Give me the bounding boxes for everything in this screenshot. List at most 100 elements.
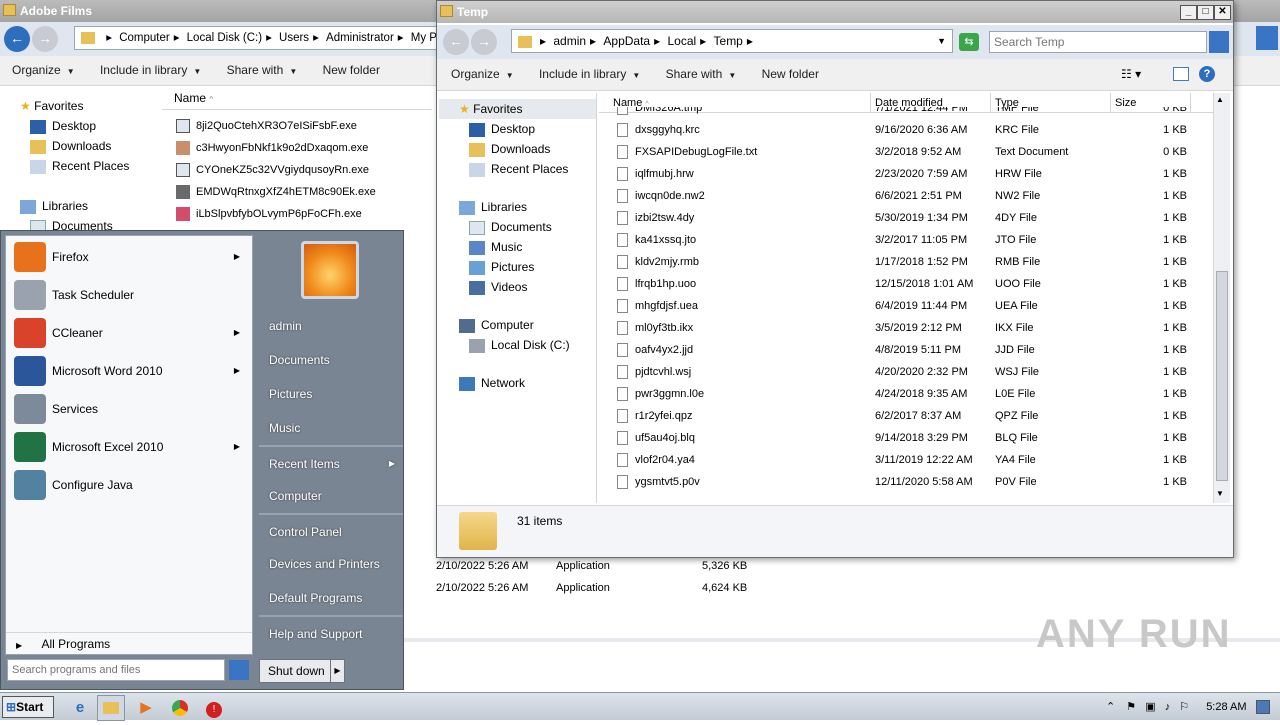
program-microsoft-word-2010[interactable]: Microsoft Word 2010 ▶	[6, 352, 252, 390]
breadcrumb-item[interactable]: Local	[667, 34, 696, 48]
search-input[interactable]	[989, 31, 1207, 53]
all-programs[interactable]: ▶ All Programs	[6, 632, 252, 654]
program-services[interactable]: Services	[6, 390, 252, 428]
nav-favorites[interactable]: ★ Favorites	[439, 99, 596, 119]
clock[interactable]: 5:28 AM	[1206, 701, 1246, 713]
table-row[interactable]: pjdtcvhl.wsj 4/20/2020 2:32 PM WSJ File 1 K…	[617, 361, 1217, 383]
back-button[interactable]: ←	[4, 26, 30, 52]
nav-libraries[interactable]: Libraries	[439, 197, 596, 217]
table-row[interactable]: mhgfdjsf.uea 6/4/2019 11:44 PM UEA File 1 K…	[617, 295, 1217, 317]
tray-flag-icon[interactable]: ⚑	[1126, 701, 1136, 713]
share-with-button[interactable]: Share with ▼	[666, 59, 737, 91]
place-music[interactable]: Music	[259, 411, 403, 445]
submenu-arrow-icon[interactable]: ▶	[234, 428, 240, 466]
program-microsoft-excel-2010[interactable]: Microsoft Excel 2010 ▶	[6, 428, 252, 466]
include-in-library-button[interactable]: Include in library ▼	[539, 59, 640, 91]
list-item[interactable]: c3HwyonFbNkf1k9o2dDxaqom.exe	[176, 137, 436, 159]
tray-network-icon[interactable]: ▣	[1145, 701, 1155, 713]
table-row[interactable]: lfrqb1hp.uoo 12/15/2018 1:01 AM UOO File 1 …	[617, 273, 1217, 295]
table-row[interactable]: kldv2mjy.rmb 1/17/2018 1:52 PM RMB File 1 K…	[617, 251, 1217, 273]
vertical-scrollbar[interactable]: ▲ ▼	[1213, 93, 1230, 503]
program-ccleaner[interactable]: CCleaner ▶	[6, 314, 252, 352]
breadcrumb-item[interactable]: Users	[279, 32, 309, 44]
organize-button[interactable]: Organize ▼	[12, 56, 75, 86]
temp-titlebar[interactable]: Temp _ □ ✕	[437, 1, 1233, 23]
table-row[interactable]: uf5au4oj.blq 9/14/2018 3:29 PM BLQ File 1 K…	[617, 427, 1217, 449]
back-button[interactable]: ←	[443, 29, 469, 55]
minimize-button[interactable]: _	[1180, 5, 1197, 20]
breadcrumb-item[interactable]: AppData	[603, 34, 650, 48]
table-row[interactable]: dxsggyhq.krc 9/16/2020 6:36 AM KRC File 1 K…	[617, 119, 1217, 141]
place-documents[interactable]: Documents	[259, 343, 403, 377]
table-row[interactable]: iwcqn0de.nw2 6/6/2021 2:51 PM NW2 File 1 KB	[617, 185, 1217, 207]
table-row[interactable]: izbi2tsw.4dy 5/30/2019 1:34 PM 4DY File 1 K…	[617, 207, 1217, 229]
new-folder-button[interactable]: New folder	[323, 56, 380, 84]
nav-downloads[interactable]: Downloads	[439, 139, 596, 159]
list-item[interactable]: 8ji2QuoCtehXR3O7eISiFsbF.exe	[176, 115, 436, 137]
share-with-button[interactable]: Share with ▼	[227, 56, 298, 86]
chrome-icon[interactable]	[166, 695, 194, 721]
nav-music[interactable]: Music	[439, 237, 596, 257]
organize-button[interactable]: Organize ▼	[451, 59, 514, 91]
close-button[interactable]: ✕	[1214, 5, 1231, 20]
include-in-library-button[interactable]: Include in library ▼	[100, 56, 201, 86]
place-recent-items[interactable]: Recent Items ▶	[259, 445, 403, 479]
table-row[interactable]: r1r2yfei.qpz 6/2/2017 8:37 AM QPZ File 1 KB	[617, 405, 1217, 427]
nav-desktop[interactable]: Desktop	[20, 116, 158, 136]
media-player-icon[interactable]: ▶	[132, 695, 160, 721]
program-task-scheduler[interactable]: Task Scheduler	[6, 276, 252, 314]
shutdown-button[interactable]: Shut down ▶	[259, 659, 345, 683]
nav-favorites[interactable]: ★ Favorites	[20, 96, 158, 116]
list-item[interactable]: EMDWqRtnxgXfZ4hETM8c90Ek.exe	[176, 181, 436, 203]
table-row[interactable]: DMI326A.tmp 7/1/2021 12:44 PM TMP File 0 KB	[617, 107, 1217, 119]
program-firefox[interactable]: Firefox ▶	[6, 238, 252, 276]
nav-recent[interactable]: Recent Places	[20, 156, 158, 176]
nav-pictures[interactable]: Pictures	[439, 257, 596, 277]
address-bar[interactable]: ▸ Computer ▸ Local Disk (C:) ▸ Users ▸ Admi…	[74, 26, 439, 50]
submenu-arrow-icon[interactable]: ▶	[389, 447, 395, 481]
place-default-programs[interactable]: Default Programs	[259, 581, 403, 615]
place-help-and-support[interactable]: Help and Support	[259, 615, 403, 649]
breadcrumb-item[interactable]: Administrator	[326, 32, 394, 44]
place-computer[interactable]: Computer	[259, 479, 403, 513]
nav-recent[interactable]: Recent Places	[439, 159, 596, 179]
new-folder-button[interactable]: New folder	[762, 59, 819, 89]
breadcrumb-item[interactable]: My Pictures	[411, 32, 438, 44]
place-pictures[interactable]: Pictures	[259, 377, 403, 411]
address-bar[interactable]: ▸ admin ▸ AppData ▸ Local ▸ Temp ▸ ▼	[511, 29, 953, 53]
breadcrumb-item[interactable]: admin	[553, 34, 586, 48]
table-row[interactable]: FXSAPIDebugLogFile.txt 3/2/2018 9:52 AM Te…	[617, 141, 1217, 163]
tray-expand-icon[interactable]: ⌃	[1106, 701, 1115, 713]
list-item[interactable]: CYOneKZ5c32VVgiydqusoyRn.exe	[176, 159, 436, 181]
nav-downloads[interactable]: Downloads	[20, 136, 158, 156]
tray-action-center-icon[interactable]: ⚐	[1179, 701, 1189, 713]
scroll-down-icon[interactable]: ▼	[1216, 489, 1224, 498]
help-icon[interactable]: ?	[1199, 66, 1215, 82]
submenu-arrow-icon[interactable]: ▶	[234, 238, 240, 276]
user-picture[interactable]	[301, 241, 359, 299]
shutdown-options-button[interactable]: ▶	[330, 660, 344, 682]
name-column-header[interactable]: Name	[174, 91, 206, 105]
forward-button[interactable]: →	[471, 29, 497, 55]
table-row[interactable]: 2/10/2022 5:26 AM Application 5,326 KB	[436, 555, 776, 577]
table-row[interactable]: oafv4yx2.jjd 4/8/2019 5:11 PM JJD File 1 KB	[617, 339, 1217, 361]
start-button[interactable]: ⊞Start	[2, 696, 54, 718]
start-search-input[interactable]	[7, 659, 225, 681]
address-dropdown[interactable]: ▼	[937, 30, 946, 52]
breadcrumb-item[interactable]: Computer	[119, 32, 170, 44]
search-button[interactable]	[1209, 31, 1229, 53]
table-row[interactable]: iqlfmubj.hrw 2/23/2020 7:59 AM HRW File 1 K…	[617, 163, 1217, 185]
breadcrumb-item[interactable]: Temp	[714, 34, 743, 48]
table-row[interactable]: ygsmtvt5.p0v 12/11/2020 5:58 AM P0V File 1 …	[617, 471, 1217, 493]
show-desktop-button[interactable]	[1255, 700, 1270, 715]
table-row[interactable]: ml0yf3tb.ikx 3/5/2019 2:12 PM IKX File 1 KB	[617, 317, 1217, 339]
submenu-arrow-icon[interactable]: ▶	[234, 352, 240, 390]
table-row[interactable]: ka41xssq.jto 3/2/2017 11:05 PM JTO File 1 K…	[617, 229, 1217, 251]
forward-button[interactable]: →	[32, 26, 58, 52]
place-admin[interactable]: admin	[259, 309, 403, 343]
breadcrumb-item[interactable]: Local Disk (C:)	[187, 32, 262, 44]
submenu-arrow-icon[interactable]: ▶	[234, 314, 240, 352]
tray-volume-icon[interactable]: ♪	[1165, 701, 1171, 713]
ie-icon[interactable]: e	[66, 695, 94, 721]
place-devices-and-printers[interactable]: Devices and Printers	[259, 547, 403, 581]
